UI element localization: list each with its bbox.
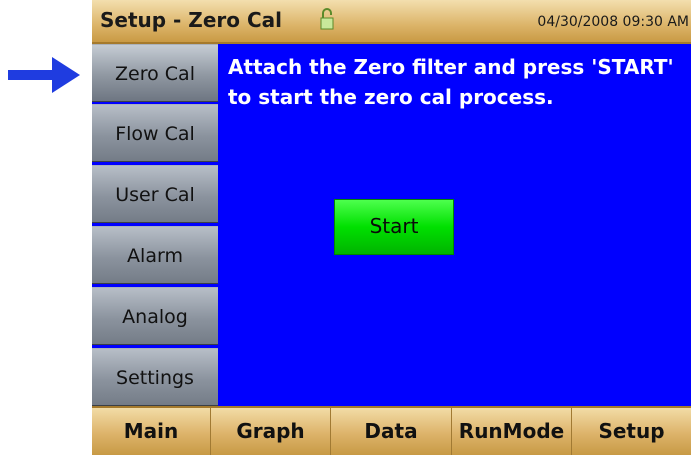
sidebar-item-label: Zero Cal — [115, 63, 195, 85]
bottom-nav: Main Graph Data RunMode Setup — [92, 406, 691, 455]
page-title: Setup - Zero Cal — [100, 8, 282, 32]
sidebar-item-label: User Cal — [115, 184, 195, 206]
title-bar: Setup - Zero Cal 04/30/2008 09:30 AM — [92, 0, 691, 44]
sidebar: Zero Cal Flow Cal User Cal Alarm Analog … — [92, 44, 218, 406]
tab-main[interactable]: Main — [92, 408, 211, 455]
stage: Setup - Zero Cal 04/30/2008 09:30 AM Zer… — [0, 0, 691, 455]
sidebar-item-settings[interactable]: Settings — [92, 348, 218, 406]
tab-label: Graph — [236, 419, 305, 443]
start-button[interactable]: Start — [334, 199, 454, 255]
sidebar-item-label: Flow Cal — [115, 123, 195, 145]
sidebar-item-flow-cal[interactable]: Flow Cal — [92, 104, 218, 162]
tab-runmode[interactable]: RunMode — [452, 408, 572, 455]
tab-label: Main — [123, 419, 179, 443]
main-panel: Attach the Zero filter and press 'START'… — [218, 44, 691, 406]
datetime: 04/30/2008 09:30 AM — [537, 14, 689, 30]
tab-graph[interactable]: Graph — [211, 408, 331, 455]
tab-setup[interactable]: Setup — [572, 408, 691, 455]
lock-icon — [320, 8, 334, 30]
sidebar-item-alarm[interactable]: Alarm — [92, 226, 218, 284]
tab-label: RunMode — [458, 419, 565, 443]
tab-label: Data — [364, 419, 418, 443]
sidebar-item-label: Settings — [116, 367, 194, 389]
arrow-right-icon — [8, 57, 80, 93]
sidebar-item-label: Analog — [122, 306, 188, 328]
start-button-label: Start — [369, 214, 419, 238]
tab-data[interactable]: Data — [331, 408, 452, 455]
instruction-text: Attach the Zero filter and press 'START'… — [228, 55, 674, 109]
sidebar-item-user-cal[interactable]: User Cal — [92, 165, 218, 223]
sidebar-item-label: Alarm — [127, 245, 183, 267]
tab-label: Setup — [598, 419, 665, 443]
sidebar-item-analog[interactable]: Analog — [92, 287, 218, 345]
device-screen: Setup - Zero Cal 04/30/2008 09:30 AM Zer… — [92, 0, 691, 455]
sidebar-item-zero-cal[interactable]: Zero Cal — [92, 44, 218, 102]
